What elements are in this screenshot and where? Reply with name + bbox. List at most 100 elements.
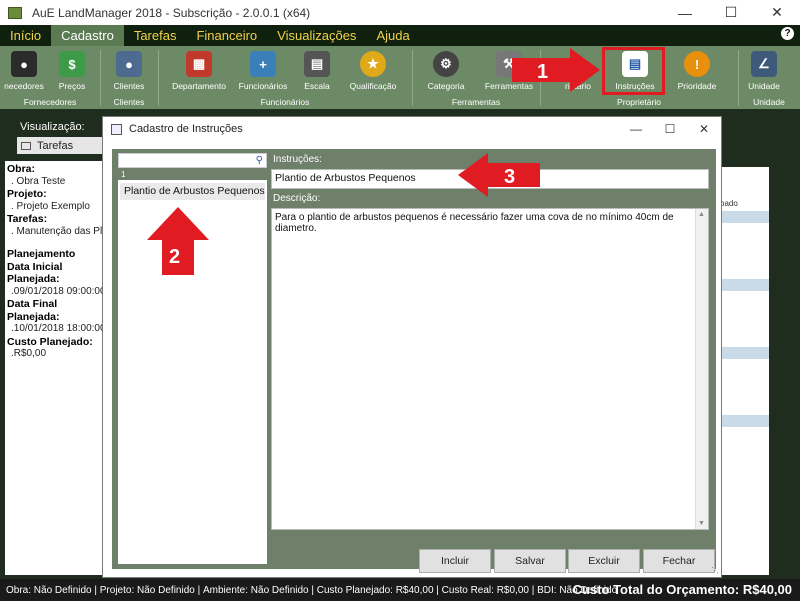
window-title: AuE LandManager 2018 - Subscrição - 2.0.… [32,5,311,20]
status-obra: Obra: Não Definido | [6,584,97,596]
visualizacao-label: Visualização: [20,121,85,133]
descricao-textarea[interactable]: Para o plantio de arbustos pequenos é ne… [271,208,709,530]
data-inicial-label: Data Inicial Planejada: [7,260,63,286]
scroll-up-icon[interactable]: ▲ [698,211,705,218]
group-proprietario: Proprietário [617,97,661,107]
scroll-down-icon[interactable]: ▼ [698,520,705,527]
group-unidade: Unidade [753,97,785,107]
cadastro-instrucoes-dialog: Cadastro de Instruções — ☐ ✕ ⚲ 1 Plantio… [102,116,722,578]
annotation-arrow-1: 1 [512,48,600,92]
departamento-button[interactable]: ▦ Departamento [168,48,230,96]
precos-button[interactable]: $ Preços [50,48,94,96]
person-icon: ● [11,51,37,77]
group-funcionarios: Funcionários [260,97,310,107]
gear-icon: ⚙ [433,51,459,77]
group-icon: ● [116,51,142,77]
close-icon[interactable]: ✕ [754,0,800,25]
annotation-arrow-2: 2 [147,207,209,275]
data-final-label: Data Final Planejada: [7,298,60,323]
dialog-title-bar: Cadastro de Instruções — ☐ ✕ [103,117,721,141]
grid-row-strip [718,415,769,427]
escala-button[interactable]: ▤ Escala [300,48,334,96]
money-icon: $ [59,51,85,77]
medal-icon: ★ [360,51,386,77]
funcionarios-button[interactable]: + Funcionários [236,48,290,96]
prioridade-button[interactable]: ! Prioridade [674,48,720,96]
group-ferramentas: Ferramentas [451,97,501,107]
close-icon[interactable]: ✕ [687,117,721,141]
ruler-icon: ∠ [751,51,777,77]
unidade-button[interactable]: ∠ Unidade [744,48,784,96]
salvar-button[interactable]: Salvar [494,549,566,573]
org-chart-icon: ▦ [186,51,212,77]
warning-icon: ! [684,51,710,77]
obra-label: Obra: [7,163,36,175]
bottom-right-box [718,547,769,575]
descricao-scrollbar[interactable]: ▲ ▼ [695,209,708,529]
right-grid-panel: bado [718,167,769,547]
help-icon[interactable]: ? [781,27,794,40]
data-inicial-value: .09/01/2018 09:00:00 [11,285,103,297]
search-input[interactable]: ⚲ [118,153,267,168]
grid-row-strip [718,347,769,359]
excluir-button[interactable]: Excluir [568,549,640,573]
title-bar: AuE LandManager 2018 - Subscrição - 2.0.… [0,0,800,25]
tab-icon [21,141,31,150]
instrucoes-label: Instruções: [273,154,322,165]
status-projeto: Projeto: Não Definido | [99,584,201,596]
custo-planejado-label: Custo Planejado: [7,335,93,348]
right-grid-header: bado [720,199,738,208]
menu-tarefas[interactable]: Tarefas [124,25,187,46]
grid-row-strip [718,211,769,223]
maximize-icon[interactable]: ☐ [653,117,687,141]
minimize-icon[interactable]: — [619,117,653,141]
annotation-number-2: 2 [169,246,180,268]
tarefas-value: . Manutenção das Pla [11,225,103,237]
menu-ajuda[interactable]: Ajuda [366,25,419,46]
document-icon [111,123,122,135]
descricao-text: Para o plantio de arbustos pequenos é ne… [275,212,674,234]
fornecedores-button[interactable]: ● necedores [0,48,48,96]
app-logo-icon [8,6,22,19]
status-custo-real: Custo Real: R$0,00 | [441,584,535,596]
dialog-title: Cadastro de Instruções [129,123,243,135]
menu-bar: Início Cadastro Tarefas Financeiro Visua… [0,25,800,46]
resize-grip-icon[interactable]: ⋱ [711,566,719,575]
menu-cadastro[interactable]: Cadastro [51,25,124,46]
annotation-number-1: 1 [537,61,548,83]
projeto-label: Projeto: [7,188,47,200]
status-custo-planejado: Custo Planejado: R$40,00 | [316,584,439,596]
calendar-icon: ▤ [304,51,330,77]
minimize-icon[interactable]: — [662,0,708,25]
annotation-arrow-3: 3 [458,153,540,197]
ribbon-toolbar: ● necedores $ Preços ● Clientes ▦ Depart… [0,46,800,109]
incluir-button[interactable]: Incluir [419,549,491,573]
qualificacao-button[interactable]: ★ Qualificação [348,48,398,96]
maximize-icon[interactable]: ☐ [708,0,754,25]
menu-visualizacoes[interactable]: Visualizações [267,25,366,46]
group-fornecedores: Fornecedores [23,97,77,107]
total-orcamento: Custo Total do Orçamento: R$40,00 [572,582,792,597]
list-item[interactable]: Plantio de Arbustos Pequenos [120,183,265,200]
projeto-value: . Projeto Exemplo [11,200,90,212]
annotation-number-3: 3 [504,166,515,188]
tab-tarefas[interactable]: Tarefas [17,137,107,154]
descricao-label: Descrição: [273,193,321,204]
group-clientes: Clientes [113,97,145,107]
clientes-button[interactable]: ● Clientes [106,48,152,96]
data-final-value: .10/01/2018 18:00:00 [11,323,103,334]
highlight-instrucoes-box [602,47,665,95]
menu-financeiro[interactable]: Financeiro [186,25,267,46]
add-user-icon: + [250,51,276,77]
list-count: 1 [121,170,126,179]
menu-inicio[interactable]: Início [0,25,51,46]
tarefas-label: Tarefas: [7,213,48,225]
obra-value: . Obra Teste [11,175,66,187]
categoria-button[interactable]: ⚙ Categoria [424,48,468,96]
fechar-button[interactable]: Fechar [643,549,715,573]
info-panel: Obra: . Obra Teste Projeto: . Projeto Ex… [5,161,105,575]
grid-row-strip [718,279,769,291]
custo-planejado-value: .R$0,00 [11,348,47,359]
status-ambiente: Ambiente: Não Definido | [202,584,314,596]
search-icon[interactable]: ⚲ [256,155,263,166]
